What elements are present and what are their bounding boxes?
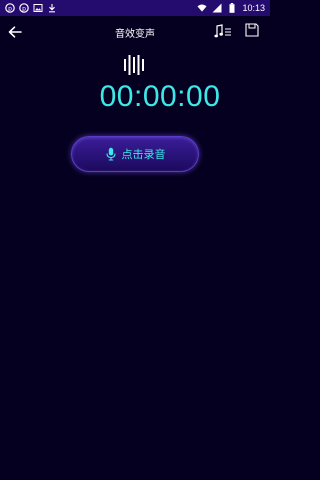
download-icon	[47, 3, 57, 13]
signal-icon	[212, 3, 222, 13]
save-button[interactable]	[244, 22, 260, 38]
image-icon	[33, 3, 43, 13]
battery-icon	[227, 3, 237, 13]
sound-wave-icon	[123, 54, 147, 76]
status-notifications: p p	[5, 3, 57, 13]
notification-p-icon: p	[5, 3, 15, 13]
notification-p-icon: p	[19, 3, 29, 13]
music-list-icon	[214, 24, 231, 38]
music-list-button[interactable]	[214, 22, 232, 40]
svg-text:p: p	[22, 5, 26, 12]
save-icon	[245, 23, 259, 37]
app-bar: 音效变声	[0, 16, 270, 48]
record-button[interactable]: 点击录音	[71, 136, 199, 172]
status-time: 10:13	[242, 3, 265, 13]
record-button-label: 点击录音	[121, 148, 166, 161]
wifi-icon	[197, 3, 208, 13]
svg-text:p: p	[8, 5, 12, 12]
microphone-icon	[105, 147, 117, 161]
status-system: 10:13	[197, 3, 265, 13]
elapsed-timer: 00:00:00	[99, 80, 221, 113]
status-bar: p p 10:13	[0, 0, 270, 16]
